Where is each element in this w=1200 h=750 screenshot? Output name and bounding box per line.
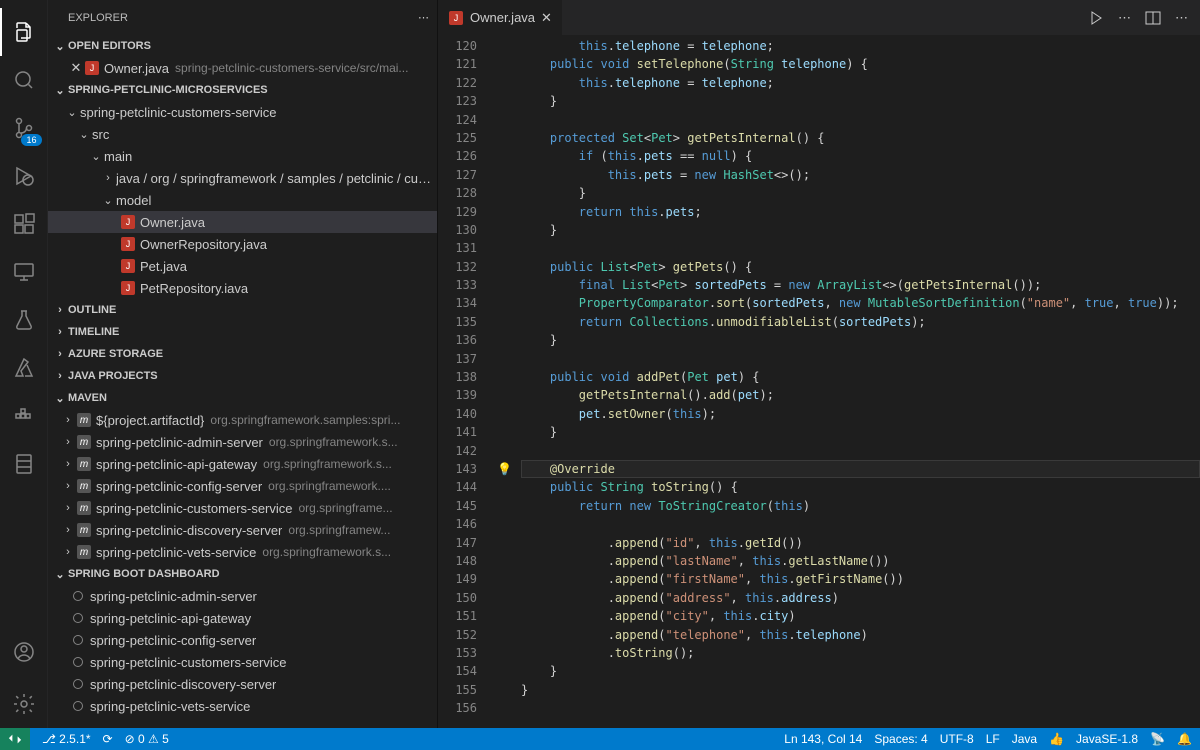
java-file-icon <box>120 237 136 251</box>
java-file-icon <box>120 215 136 229</box>
app-status-icon <box>70 591 86 601</box>
indentation[interactable]: Spaces: 4 <box>874 732 927 746</box>
timeline-section[interactable]: ›TIMELINE <box>48 321 437 343</box>
split-icon[interactable] <box>1145 10 1161 26</box>
activity-bar: 16 <box>0 0 48 728</box>
maven-item[interactable]: ›spring-petclinic-vets-serviceorg.spring… <box>48 541 437 563</box>
code-editor[interactable]: 1201211221231241251261271281291301311321… <box>438 35 1200 728</box>
close-icon[interactable]: ✕ <box>541 10 552 26</box>
more-icon[interactable]: ⋯ <box>1175 10 1188 26</box>
maven-icon <box>76 479 92 493</box>
azure-storage-section[interactable]: ›AZURE STORAGE <box>48 343 437 365</box>
maven-item[interactable]: ›spring-petclinic-config-serverorg.sprin… <box>48 475 437 497</box>
remote-indicator[interactable] <box>0 728 30 750</box>
close-icon[interactable]: ✕ <box>68 60 84 76</box>
maven-icon <box>76 413 92 427</box>
line-gutter: 1201211221231241251261271281291301311321… <box>438 35 493 728</box>
maven-section[interactable]: ⌄MAVEN <box>48 387 437 409</box>
extensions-icon[interactable] <box>0 200 48 248</box>
maven-icon <box>76 457 92 471</box>
source-control-icon[interactable]: 16 <box>0 104 48 152</box>
tab-bar: Owner.java ✕ ⋯ ⋯ <box>438 0 1200 35</box>
run-icon[interactable] <box>1088 10 1104 26</box>
sync-icon[interactable]: ⟳ <box>103 732 113 746</box>
spring-boot-item[interactable]: spring-petclinic-admin-server <box>48 585 437 607</box>
lightbulb-icon[interactable]: 💡 <box>497 460 512 478</box>
workspace-section[interactable]: ⌄SPRING-PETCLINIC-MICROSERVICES <box>48 79 437 101</box>
database-icon[interactable] <box>0 440 48 488</box>
tree-folder[interactable]: ⌄spring-petclinic-customers-service <box>48 101 437 123</box>
maven-icon <box>76 523 92 537</box>
feedback-icon[interactable]: 👍 <box>1049 732 1064 746</box>
spring-boot-item[interactable]: spring-petclinic-vets-service <box>48 695 437 717</box>
tree-folder[interactable]: ›java / org / springframework / samples … <box>48 167 437 189</box>
broadcast-icon[interactable]: 📡 <box>1150 732 1165 746</box>
app-status-icon <box>70 613 86 623</box>
editor-tab[interactable]: Owner.java ✕ <box>438 0 563 35</box>
java-projects-section[interactable]: ›JAVA PROJECTS <box>48 365 437 387</box>
app-status-icon <box>70 657 86 667</box>
maven-item[interactable]: ›spring-petclinic-discovery-serverorg.sp… <box>48 519 437 541</box>
accounts-icon[interactable] <box>0 628 48 676</box>
testing-icon[interactable] <box>0 296 48 344</box>
maven-icon <box>76 501 92 515</box>
tree-file[interactable]: PetRepository.iava <box>48 277 437 299</box>
maven-icon <box>76 435 92 449</box>
app-status-icon <box>70 701 86 711</box>
explorer-title: EXPLORER <box>68 12 128 24</box>
glyph-margin: 💡 <box>493 35 521 728</box>
open-editor-item[interactable]: ✕ Owner.java spring-petclinic-customers-… <box>48 57 437 79</box>
tree-folder[interactable]: ⌄main <box>48 145 437 167</box>
scm-badge: 16 <box>21 134 41 146</box>
status-bar: ⎇ 2.5.1* ⟳ ⊘ 0 ⚠ 5 Ln 143, Col 14 Spaces… <box>0 728 1200 750</box>
eol[interactable]: LF <box>986 732 1000 746</box>
outline-section[interactable]: ›OUTLINE <box>48 299 437 321</box>
spring-boot-item[interactable]: spring-petclinic-customers-service <box>48 651 437 673</box>
remote-explorer-icon[interactable] <box>0 248 48 296</box>
language-mode[interactable]: Java <box>1012 732 1037 746</box>
java-file-icon <box>120 281 136 295</box>
azure-icon[interactable] <box>0 344 48 392</box>
bell-icon[interactable]: 🔔 <box>1177 732 1192 746</box>
spring-boot-item[interactable]: spring-petclinic-discovery-server <box>48 673 437 695</box>
jdk-indicator[interactable]: JavaSE-1.8 <box>1076 732 1138 746</box>
search-icon[interactable] <box>0 56 48 104</box>
cursor-position[interactable]: Ln 143, Col 14 <box>784 732 862 746</box>
git-branch[interactable]: ⎇ 2.5.1* <box>42 732 91 746</box>
editor-area: Owner.java ✕ ⋯ ⋯ 12012112212312412512612… <box>438 0 1200 728</box>
java-file-icon <box>84 61 100 75</box>
maven-item[interactable]: ›spring-petclinic-admin-serverorg.spring… <box>48 431 437 453</box>
app-status-icon <box>70 679 86 689</box>
maven-item[interactable]: ›${project.artifactId}org.springframewor… <box>48 409 437 431</box>
explorer-icon[interactable] <box>0 8 48 56</box>
app-status-icon <box>70 635 86 645</box>
tree-file[interactable]: Owner.java <box>48 211 437 233</box>
tree-file[interactable]: Pet.java <box>48 255 437 277</box>
maven-item[interactable]: ›spring-petclinic-customers-serviceorg.s… <box>48 497 437 519</box>
maven-icon <box>76 545 92 559</box>
settings-gear-icon[interactable] <box>0 680 48 728</box>
tree-folder[interactable]: ⌄src <box>48 123 437 145</box>
spring-boot-item[interactable]: spring-petclinic-config-server <box>48 629 437 651</box>
more-icon[interactable]: ⋯ <box>1118 10 1131 26</box>
open-editors-section[interactable]: ⌄OPEN EDITORS <box>48 35 437 57</box>
docker-icon[interactable] <box>0 392 48 440</box>
tab-label: Owner.java <box>470 10 535 25</box>
encoding[interactable]: UTF-8 <box>940 732 974 746</box>
maven-item[interactable]: ›spring-petclinic-api-gatewayorg.springf… <box>48 453 437 475</box>
run-debug-icon[interactable] <box>0 152 48 200</box>
tree-folder[interactable]: ⌄model <box>48 189 437 211</box>
spring-boot-section[interactable]: ⌄SPRING BOOT DASHBOARD <box>48 563 437 585</box>
java-file-icon <box>448 11 464 25</box>
spring-boot-item[interactable]: spring-petclinic-api-gateway <box>48 607 437 629</box>
more-icon[interactable]: ⋯ <box>418 11 429 24</box>
tree-file[interactable]: OwnerRepository.java <box>48 233 437 255</box>
sidebar: EXPLORER ⋯ ⌄OPEN EDITORS ✕ Owner.java sp… <box>48 0 438 728</box>
problems-indicator[interactable]: ⊘ 0 ⚠ 5 <box>125 732 169 746</box>
java-file-icon <box>120 259 136 273</box>
